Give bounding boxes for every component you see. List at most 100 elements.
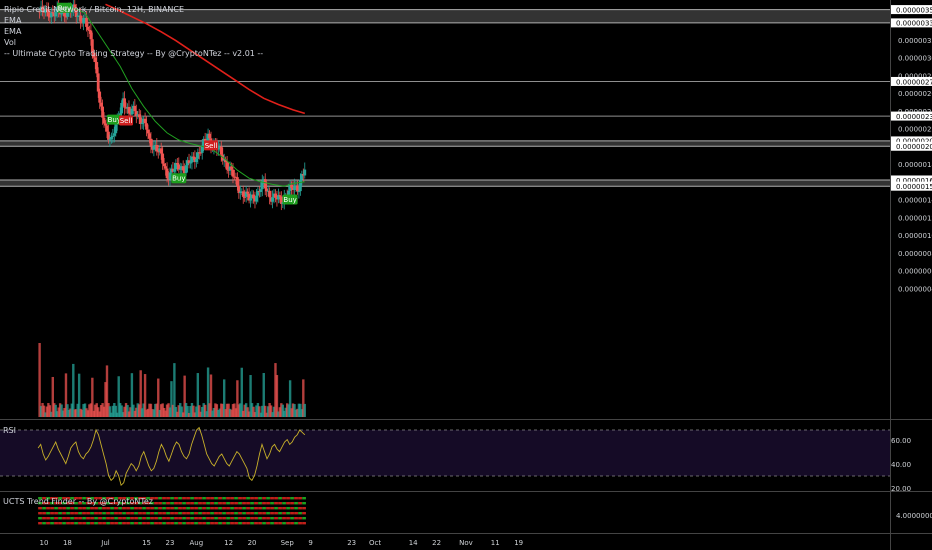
trend-cell — [138, 522, 142, 525]
trend-cell — [210, 512, 214, 515]
trend-cell — [198, 522, 202, 525]
trend-cell — [158, 502, 162, 505]
trend-cell — [270, 507, 274, 510]
trend-cell — [262, 502, 266, 505]
trend-cell — [270, 517, 274, 520]
trend-cell — [226, 507, 230, 510]
trend-cell — [134, 522, 138, 525]
trend-cell — [234, 497, 238, 500]
legend-ema-2[interactable]: EMA — [4, 27, 22, 36]
candle-body — [235, 177, 239, 186]
trend-cell — [110, 517, 114, 520]
trend-cell — [162, 517, 166, 520]
trend-cell — [210, 522, 214, 525]
candle-body — [112, 133, 116, 136]
trend-cell — [170, 507, 174, 510]
candle-body — [143, 118, 147, 124]
price-tick-label: 0.00000320 — [898, 37, 932, 45]
trend-cell — [214, 522, 218, 525]
candle-body — [96, 73, 100, 92]
legend-volume[interactable]: Vol — [4, 38, 16, 47]
candle-body — [189, 162, 192, 164]
trend-cell — [190, 512, 194, 515]
trend-cell — [82, 522, 86, 525]
candle-body — [89, 30, 93, 40]
trend-cell — [174, 502, 178, 505]
trend-cell — [302, 517, 306, 520]
trend-cell — [106, 507, 110, 510]
trend-cell — [206, 522, 210, 525]
candle-body — [184, 165, 188, 174]
trend-cell — [170, 517, 174, 520]
trend-cell — [182, 522, 186, 525]
trend-cell — [158, 507, 162, 510]
trend-cell — [46, 512, 50, 515]
trend-cell — [198, 497, 202, 500]
price-tick-label: 0.00000060 — [898, 268, 932, 276]
candle-body — [178, 168, 182, 170]
trend-cell — [86, 522, 90, 525]
trend-cell — [262, 497, 266, 500]
trend-cell — [266, 522, 270, 525]
trend-cell — [298, 512, 302, 515]
trend-cell — [94, 512, 98, 515]
trend-cell — [106, 522, 110, 525]
trend-cell — [102, 517, 106, 520]
trend-cell — [166, 522, 170, 525]
trend-cell — [62, 512, 66, 515]
trend-cell — [166, 507, 170, 510]
trend-cell — [218, 507, 222, 510]
trend-cell — [198, 512, 202, 515]
trend-cell — [50, 512, 54, 515]
candle-body — [241, 191, 245, 197]
trend-cell — [262, 512, 266, 515]
trend-cell — [186, 502, 190, 505]
trend-cell — [158, 497, 162, 500]
trend-cell — [130, 507, 134, 510]
trend-cell — [110, 512, 114, 515]
trend-cell — [178, 512, 182, 515]
trend-cell — [298, 497, 302, 500]
trend-cell — [274, 522, 278, 525]
trend-cell — [154, 502, 158, 505]
trend-cell — [134, 507, 138, 510]
candle-body — [111, 135, 115, 137]
trend-cell — [94, 507, 98, 510]
trend-cell — [202, 517, 206, 520]
trend-cell — [202, 507, 206, 510]
trend-cell — [170, 522, 174, 525]
trend-cell — [286, 522, 290, 525]
legend-strategy[interactable]: -- Ultimate Crypto Trading Strategy -- B… — [4, 49, 263, 58]
trend-cell — [278, 497, 282, 500]
trend-cell — [298, 522, 302, 525]
trend-cell — [254, 502, 258, 505]
trend-cell — [154, 522, 158, 525]
trend-cell — [246, 502, 250, 505]
trend-cell — [210, 507, 214, 510]
trend-cell — [166, 497, 170, 500]
volume-bar — [38, 343, 41, 417]
trend-cell — [90, 517, 94, 520]
trend-cell — [198, 502, 202, 505]
candle-body — [101, 106, 104, 118]
trend-cell — [86, 507, 90, 510]
candle-body — [172, 169, 176, 172]
trend-cell — [302, 512, 306, 515]
time-tick-label: Jul — [100, 539, 110, 547]
trend-cell — [126, 517, 130, 520]
candle-body — [145, 123, 148, 130]
trend-cell — [178, 522, 182, 525]
trend-cell — [278, 512, 282, 515]
trend-cell — [98, 522, 102, 525]
trend-cell — [158, 517, 162, 520]
trend-cell — [270, 522, 274, 525]
candle-body — [219, 146, 223, 155]
candle-body — [208, 133, 211, 139]
trend-cell — [162, 512, 166, 515]
trend-cell — [198, 507, 202, 510]
trend-cell — [210, 502, 214, 505]
legend-ema-1[interactable]: EMA — [4, 16, 22, 25]
trend-cell — [234, 522, 238, 525]
trend-cell — [226, 497, 230, 500]
chart-canvas[interactable]: BuyBuySellBuySellBuy RSI UCTS Trend Find… — [0, 0, 932, 550]
